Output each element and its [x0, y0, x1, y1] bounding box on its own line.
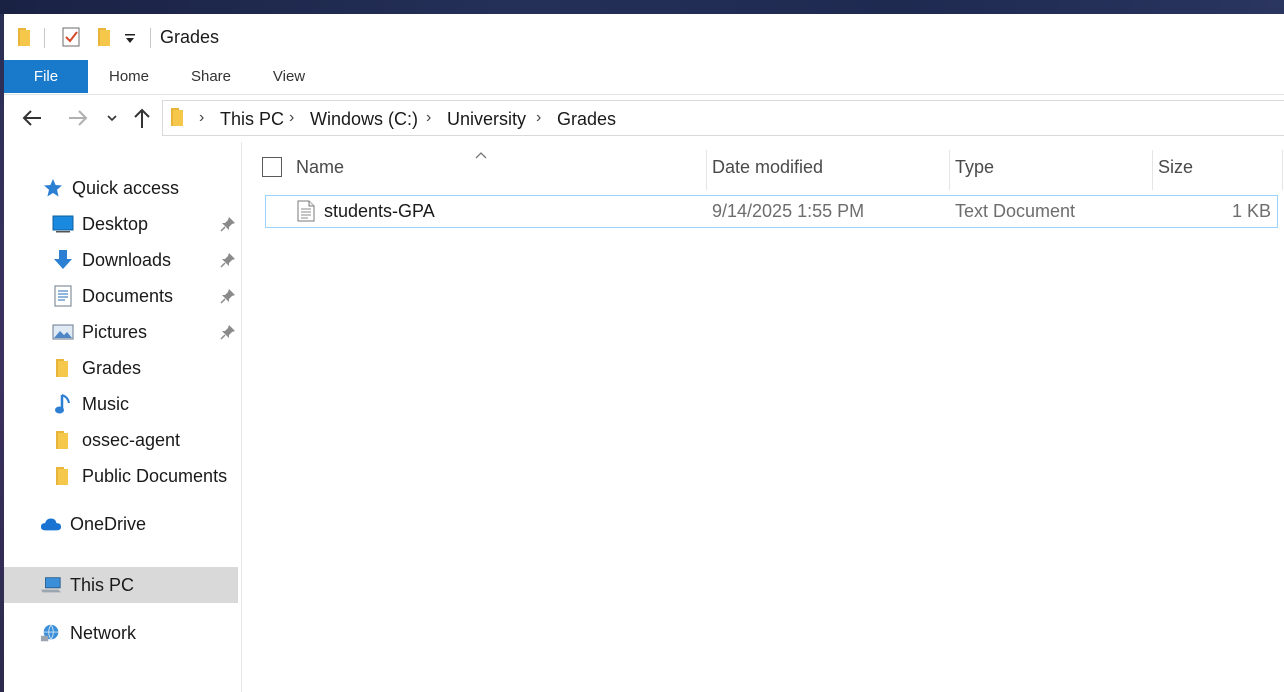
nav-label: Public Documents [82, 465, 228, 486]
customize-toolbar-dropdown-icon[interactable] [124, 32, 136, 50]
ribbon-tabs: File Home Share View [4, 60, 1284, 95]
properties-icon[interactable] [62, 26, 82, 53]
nav-quick-access[interactable]: Quick access [42, 170, 179, 206]
folder-icon [52, 429, 74, 451]
folder-icon [169, 106, 187, 133]
nav-label: OneDrive [70, 513, 147, 534]
chevron-right-icon: › [199, 109, 205, 126]
back-button[interactable] [18, 104, 46, 132]
breadcrumb-university[interactable]: University [447, 109, 526, 130]
nav-label: Downloads [82, 249, 172, 270]
chevron-down-icon [107, 115, 117, 122]
select-all-checkbox[interactable] [262, 157, 282, 177]
nav-item-public-documents[interactable]: Public Documents [52, 458, 227, 494]
network-icon [40, 622, 62, 644]
nav-label: Grades [82, 357, 142, 378]
forward-arrow-icon [69, 110, 88, 126]
nav-label: Desktop [82, 213, 149, 234]
new-folder-icon[interactable] [96, 26, 114, 53]
window-title: Grades [160, 27, 220, 47]
file-size: 1 KB [1231, 201, 1271, 221]
pin-icon[interactable] [220, 324, 236, 340]
recent-locations-button[interactable] [98, 104, 126, 132]
text-document-icon [297, 200, 315, 227]
file-explorer-window: Grades File Home Share View › This PC › … [4, 14, 1284, 692]
folder-icon [52, 465, 74, 487]
pin-icon[interactable] [220, 288, 236, 304]
chevron-right-icon: › [289, 109, 295, 126]
pin-icon[interactable] [220, 252, 236, 268]
desktop-icon [52, 213, 74, 235]
column-header-name[interactable]: Name [296, 142, 344, 192]
sort-ascending-icon [474, 146, 488, 164]
title-bar: Grades [4, 14, 1284, 60]
nav-label: Pictures [82, 321, 148, 342]
column-header-type[interactable]: Type [955, 142, 994, 192]
pin-icon[interactable] [220, 216, 236, 232]
nav-item-pictures[interactable]: Pictures [52, 314, 147, 350]
file-list: Name Date modified Type Size students-GP… [242, 142, 1284, 692]
column-divider[interactable] [949, 150, 950, 190]
back-arrow-icon [22, 110, 41, 126]
file-type: Text Document [955, 201, 1076, 221]
breadcrumb-this-pc[interactable]: This PC [220, 109, 284, 130]
tab-home[interactable]: Home [96, 60, 162, 93]
window-folder-icon [16, 26, 34, 53]
breadcrumb-grades[interactable]: Grades [557, 109, 616, 130]
tab-file[interactable]: File [4, 60, 88, 93]
star-icon [42, 177, 64, 199]
computer-icon [40, 574, 62, 596]
download-arrow-icon [52, 249, 74, 271]
chevron-right-icon: › [426, 109, 432, 126]
cloud-icon [40, 513, 62, 535]
column-header-size[interactable]: Size [1158, 142, 1193, 192]
desktop-wallpaper [0, 0, 1284, 14]
tab-share[interactable]: Share [180, 60, 242, 93]
address-bar[interactable]: › This PC › Windows (C:) › University › … [162, 100, 1284, 136]
nav-item-documents[interactable]: Documents [52, 278, 173, 314]
up-button[interactable] [128, 104, 156, 132]
nav-network[interactable]: Network [40, 615, 136, 651]
documents-icon [52, 285, 74, 307]
music-note-icon [52, 393, 74, 415]
tab-view[interactable]: View [262, 60, 316, 93]
nav-item-ossec-agent[interactable]: ossec-agent [52, 422, 180, 458]
navigation-pane: Quick access Desktop Downloads Documents [4, 142, 241, 692]
nav-label: Quick access [72, 177, 180, 198]
nav-item-grades[interactable]: Grades [52, 350, 141, 386]
up-arrow-icon [134, 108, 150, 128]
chevron-right-icon: › [536, 109, 542, 126]
nav-item-desktop[interactable]: Desktop [52, 206, 148, 242]
nav-label: Documents [82, 285, 174, 306]
folder-icon [52, 357, 74, 379]
nav-label: This PC [70, 574, 135, 595]
column-divider[interactable] [706, 150, 707, 190]
nav-item-music[interactable]: Music [52, 386, 129, 422]
file-name: students-GPA [324, 201, 435, 221]
nav-label: Music [82, 393, 130, 414]
nav-label: Network [70, 622, 137, 643]
nav-onedrive[interactable]: OneDrive [40, 506, 146, 542]
nav-item-downloads[interactable]: Downloads [52, 242, 171, 278]
column-divider[interactable] [1152, 150, 1153, 190]
pictures-icon [52, 321, 74, 343]
forward-button[interactable] [64, 104, 92, 132]
breadcrumb-windows-c[interactable]: Windows (C:) [310, 109, 418, 130]
file-row[interactable]: students-GPA 9/14/2025 1:55 PM Text Docu… [265, 195, 1278, 228]
nav-label: ossec-agent [82, 429, 181, 450]
navigation-bar: › This PC › Windows (C:) › University › … [4, 98, 1284, 142]
nav-this-pc[interactable]: This PC [40, 567, 134, 603]
toolbar-separator [150, 28, 151, 48]
column-divider[interactable] [1282, 150, 1283, 190]
toolbar-separator [44, 28, 45, 48]
column-header-date-modified[interactable]: Date modified [712, 142, 823, 192]
file-date-modified: 9/14/2025 1:55 PM [712, 201, 865, 221]
